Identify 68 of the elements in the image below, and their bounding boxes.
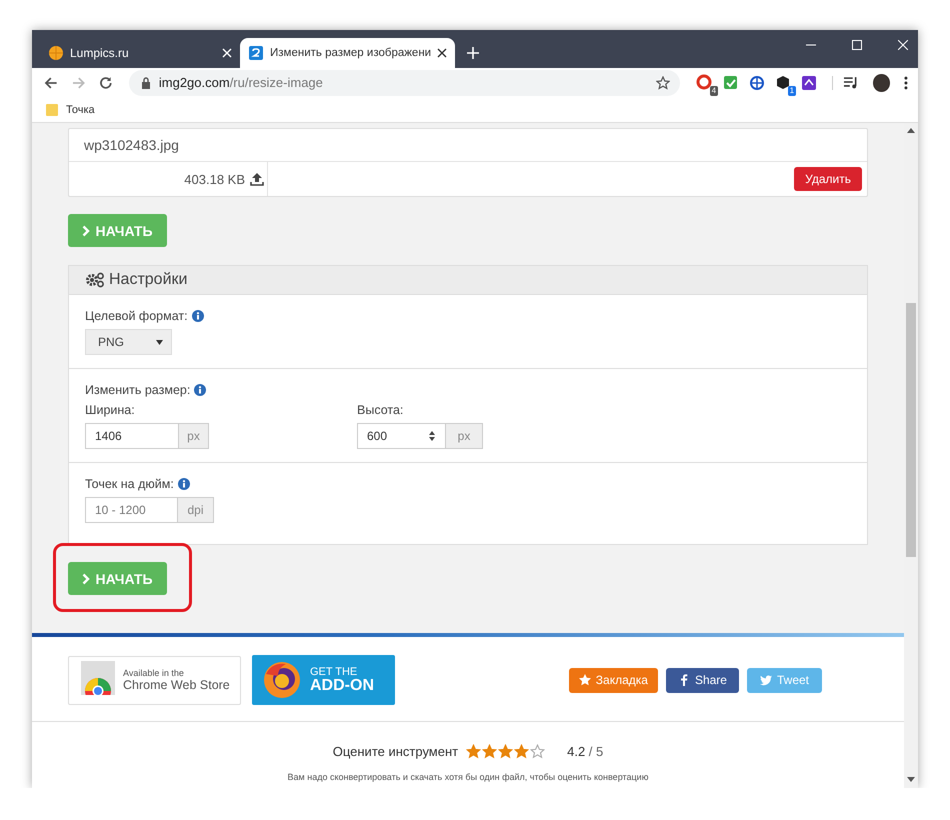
- chevron-icon: [82, 572, 90, 584]
- delete-button[interactable]: Удалить: [794, 167, 862, 191]
- upload-icon: [250, 172, 264, 186]
- info-icon[interactable]: [178, 478, 190, 490]
- browser-tab[interactable]: Изменить размер изображени: [240, 38, 456, 68]
- scrollbar-thumb[interactable]: [906, 303, 916, 557]
- extension-button[interactable]: [800, 74, 818, 92]
- extension-icon: [800, 74, 818, 92]
- address-bar[interactable]: img2go.com/ru/resize-image: [128, 70, 680, 96]
- file-size: 403.18 KB: [184, 172, 245, 186]
- scroll-up-icon[interactable]: [907, 128, 915, 133]
- folder-icon: [46, 102, 58, 116]
- field-label: Ширина:: [85, 403, 135, 417]
- extension-button[interactable]: [748, 74, 766, 92]
- star-icon[interactable]: [498, 744, 514, 759]
- field-label: Точек на дюйм:: [85, 477, 174, 491]
- close-icon[interactable]: [437, 48, 448, 58]
- url-text: img2go.com/ru/resize-image: [158, 75, 324, 90]
- info-icon[interactable]: [192, 310, 204, 322]
- firefox-icon: [262, 660, 302, 700]
- extension-badge: 4: [710, 86, 718, 96]
- twitter-icon: [760, 674, 772, 686]
- star-icon[interactable]: [482, 744, 498, 759]
- favicon-icon: [248, 45, 264, 61]
- number-input[interactable]: 1406: [85, 423, 178, 449]
- star-icon[interactable]: [656, 76, 670, 90]
- field-label: Изменить размер:: [85, 383, 190, 397]
- field-label: Целевой формат:: [85, 309, 188, 323]
- chrome-icon: [81, 660, 115, 694]
- scroll-down-icon[interactable]: [907, 777, 915, 782]
- bookmark-item[interactable]: Точка: [46, 102, 95, 116]
- unit-addon: dpi: [177, 497, 214, 523]
- rating-label: Оцените инструмент: [332, 744, 458, 759]
- panel-title: Настройки: [109, 271, 188, 289]
- chevron-icon: [82, 224, 90, 236]
- spinner-icon[interactable]: [429, 431, 435, 441]
- chrome-store-badge[interactable]: Available in the Chrome Web Store: [68, 656, 241, 704]
- back-icon[interactable]: [44, 76, 58, 90]
- avatar[interactable]: [872, 74, 890, 92]
- bookmark-icon: [578, 674, 591, 686]
- rating-score: 4.2 / 5: [567, 744, 604, 759]
- rating-stars[interactable]: [466, 744, 546, 759]
- favicon-icon: [48, 45, 64, 61]
- info-icon[interactable]: [194, 384, 206, 396]
- gears-icon: [85, 272, 105, 288]
- extension-icon: [696, 74, 714, 92]
- new-tab-icon[interactable]: [467, 47, 480, 59]
- number-input[interactable]: 10 - 1200: [85, 497, 177, 523]
- rating-note: Вам надо сконвертировать и скачать хотя бы один файл, чтобы оценить конвертацию: [288, 772, 648, 782]
- maximize-icon[interactable]: [852, 40, 862, 50]
- file-name: wp3102483.jpg: [69, 129, 867, 162]
- extension-icon: [748, 74, 766, 92]
- number-input[interactable]: 600: [357, 423, 445, 449]
- dropdown-arrow-icon: [156, 340, 163, 344]
- reload-icon[interactable]: [99, 76, 113, 90]
- lock-icon: [140, 76, 151, 88]
- extension-badge: 1: [788, 86, 796, 96]
- extension-button[interactable]: 4: [696, 74, 714, 92]
- field-label: Высота:: [357, 403, 404, 417]
- unit-addon: px: [178, 423, 209, 449]
- unit-addon: px: [445, 423, 483, 449]
- playlist-icon[interactable]: [832, 76, 859, 90]
- star-icon[interactable]: [514, 744, 530, 759]
- browser-tab[interactable]: Lumpics.ru: [40, 38, 240, 68]
- format-select[interactable]: PNG: [85, 329, 172, 355]
- star-icon[interactable]: [466, 744, 482, 759]
- menu-icon[interactable]: [904, 76, 908, 90]
- share-button[interactable]: Share: [666, 668, 739, 692]
